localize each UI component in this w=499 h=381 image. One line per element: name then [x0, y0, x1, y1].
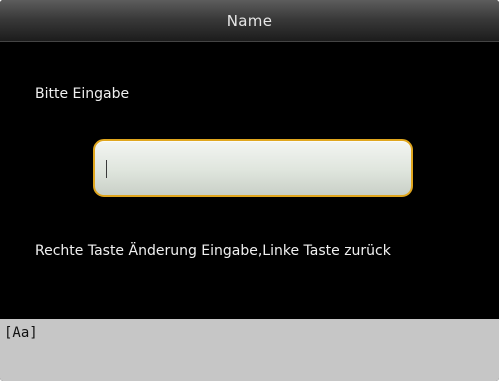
text-cursor — [106, 160, 107, 178]
input-mode-indicator: [Aa] — [4, 325, 38, 341]
title-bar: Name — [0, 0, 499, 42]
input-prompt-label: Bitte Eingabe — [35, 86, 130, 102]
device-screen: Name Bitte Eingabe Rechte Taste Änderung… — [0, 0, 499, 381]
name-input-field[interactable] — [93, 139, 413, 197]
window-title: Name — [226, 11, 273, 30]
key-hint-text: Rechte Taste Änderung Eingabe,Linke Tast… — [35, 243, 391, 259]
input-status-bar: [Aa] — [0, 319, 499, 381]
